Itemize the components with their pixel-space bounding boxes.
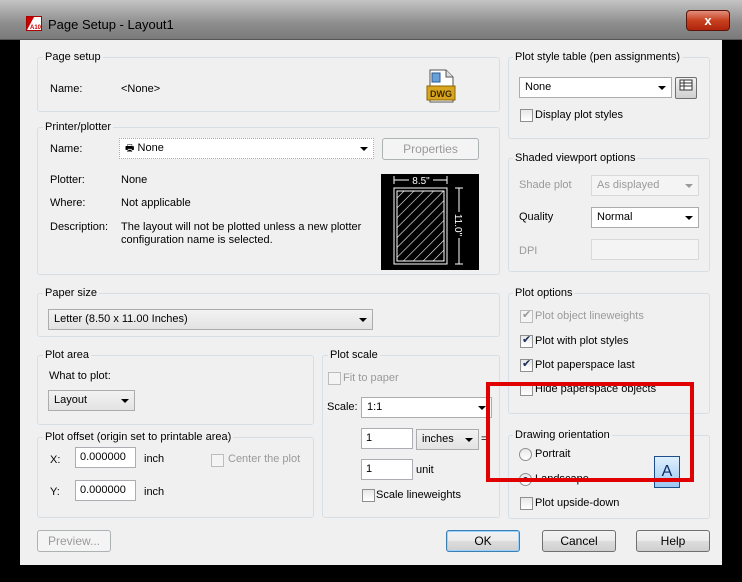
close-button[interactable]: x <box>686 10 730 31</box>
properties-button[interactable]: Properties <box>382 138 479 160</box>
what-to-plot-value: Layout <box>54 394 88 406</box>
fit-to-paper-label: Fit to paper <box>343 372 399 384</box>
dpi-label: DPI <box>519 245 538 257</box>
fit-to-paper-checkbox[interactable] <box>328 372 341 385</box>
printer-icon: 🖶 <box>125 143 135 154</box>
scale-value1-input[interactable]: 1 <box>361 428 413 449</box>
plot-scale-title: Plot scale <box>328 349 380 361</box>
quality-dropdown[interactable]: Normal <box>591 207 699 228</box>
offset-x-input[interactable]: 0.000000 <box>75 447 136 468</box>
plotter-value: None <box>121 174 148 186</box>
center-plot-checkbox[interactable] <box>211 454 224 467</box>
printer-name-dropdown[interactable]: 🖶 None <box>119 138 374 159</box>
page-setup-group-title: Page setup <box>43 51 103 63</box>
shaded-viewport-title: Shaded viewport options <box>513 152 638 164</box>
shade-plot-value: As displayed <box>597 179 660 191</box>
dialog-window: Page Setup - Layout1 x Page setup Name: … <box>0 0 742 570</box>
chevron-down-icon <box>359 318 367 322</box>
autocad-app-icon <box>26 16 42 31</box>
paper-preview-drawing: 8.5" 11.0" <box>393 174 466 265</box>
scale-dropdown[interactable]: 1:1 <box>361 397 492 418</box>
chevron-down-icon <box>465 438 473 442</box>
plot-area-title: Plot area <box>43 349 92 361</box>
page-setup-name-label: Name: <box>50 83 83 95</box>
paper-size-title: Paper size <box>43 287 99 299</box>
ok-button[interactable]: OK <box>446 530 520 552</box>
title-bar[interactable]: Page Setup - Layout1 x <box>0 0 742 40</box>
cancel-button[interactable]: Cancel <box>542 530 616 552</box>
plot-style-dropdown[interactable]: None <box>519 77 672 98</box>
annotation-highlight-box <box>486 382 694 482</box>
dialog-client-area: Page setup Name: <None> DWG Printer/plot… <box>20 40 722 565</box>
chevron-down-icon <box>658 86 666 90</box>
scale-unit-value: inches <box>422 433 454 445</box>
quality-label: Quality <box>519 211 554 223</box>
plotter-label: Plotter: <box>50 174 85 186</box>
preview-height-label: 11.0" <box>452 214 463 237</box>
edit-table-icon <box>679 79 693 91</box>
plot-with-plot-styles-label: Plot with plot styles <box>535 335 629 347</box>
offset-y-label: Y: <box>50 486 60 498</box>
dpi-input[interactable] <box>591 239 699 260</box>
scale-lineweights-label: Scale lineweights <box>376 489 461 501</box>
where-label: Where: <box>50 197 86 209</box>
offset-x-unit: inch <box>144 453 165 465</box>
scale-label: Scale: <box>327 401 358 413</box>
shade-plot-label: Shade plot <box>519 179 572 191</box>
chevron-down-icon <box>685 216 693 220</box>
printer-group-title: Printer/plotter <box>43 121 114 133</box>
description-label: Description: <box>50 221 109 233</box>
paper-size-dropdown[interactable]: Letter (8.50 x 11.00 Inches) <box>48 309 373 330</box>
edit-plot-style-button[interactable] <box>675 77 697 99</box>
window-title: Page Setup - Layout1 <box>48 17 174 32</box>
center-plot-label: Center the plot <box>228 453 301 465</box>
scale-unit-dropdown[interactable]: inches <box>416 429 479 450</box>
shade-plot-dropdown[interactable]: As displayed <box>591 175 699 196</box>
plot-paperspace-last-label: Plot paperspace last <box>535 359 635 371</box>
scale-value2-input[interactable]: 1 <box>361 459 413 480</box>
plot-upside-down-checkbox[interactable] <box>520 497 533 510</box>
what-to-plot-label: What to plot: <box>49 370 111 382</box>
description-line-1: The layout will not be plotted unless a … <box>121 221 362 233</box>
chevron-down-icon <box>121 399 129 403</box>
where-value: Not applicable <box>121 197 191 209</box>
plot-style-table-title: Plot style table (pen assignments) <box>513 51 683 63</box>
paper-preview: 8.5" 11.0" <box>381 174 479 270</box>
plot-offset-title: Plot offset (origin set to printable are… <box>43 431 234 443</box>
chevron-down-icon <box>685 184 693 188</box>
chevron-down-icon <box>478 406 486 410</box>
offset-x-label: X: <box>50 454 61 466</box>
plot-with-plot-styles-checkbox[interactable] <box>520 333 533 348</box>
paper-size-value: Letter (8.50 x 11.00 Inches) <box>54 313 188 325</box>
chevron-down-icon <box>360 147 368 151</box>
printer-name-label: Name: <box>50 143 83 155</box>
display-plot-styles-checkbox[interactable] <box>520 109 533 122</box>
quality-value: Normal <box>597 211 633 223</box>
plot-options-title: Plot options <box>513 287 575 299</box>
offset-y-unit: inch <box>144 486 165 498</box>
scale-unit2-label: unit <box>416 464 434 476</box>
description-line-2: configuration name is selected. <box>121 234 273 246</box>
preview-button[interactable]: Preview... <box>37 530 111 552</box>
plot-style-value: None <box>525 81 552 93</box>
help-button[interactable]: Help <box>636 530 710 552</box>
display-plot-styles-label: Display plot styles <box>535 109 624 121</box>
scale-lineweights-checkbox[interactable] <box>362 489 375 502</box>
scale-value: 1:1 <box>367 401 383 413</box>
offset-y-input[interactable]: 0.000000 <box>75 480 136 501</box>
preview-width-label: 8.5" <box>412 176 430 187</box>
plot-object-lineweights-checkbox[interactable] <box>520 308 533 323</box>
page-setup-name-value: <None> <box>121 83 161 95</box>
plot-paperspace-last-checkbox[interactable] <box>520 357 533 372</box>
what-to-plot-dropdown[interactable]: Layout <box>48 390 135 411</box>
dwg-icon-label: DWG <box>430 89 452 99</box>
plot-object-lineweights-label: Plot object lineweights <box>535 310 644 322</box>
plot-upside-down-label: Plot upside-down <box>535 497 620 509</box>
dwg-file-icon: DWG <box>426 69 456 103</box>
printer-name-value: None <box>137 142 164 154</box>
